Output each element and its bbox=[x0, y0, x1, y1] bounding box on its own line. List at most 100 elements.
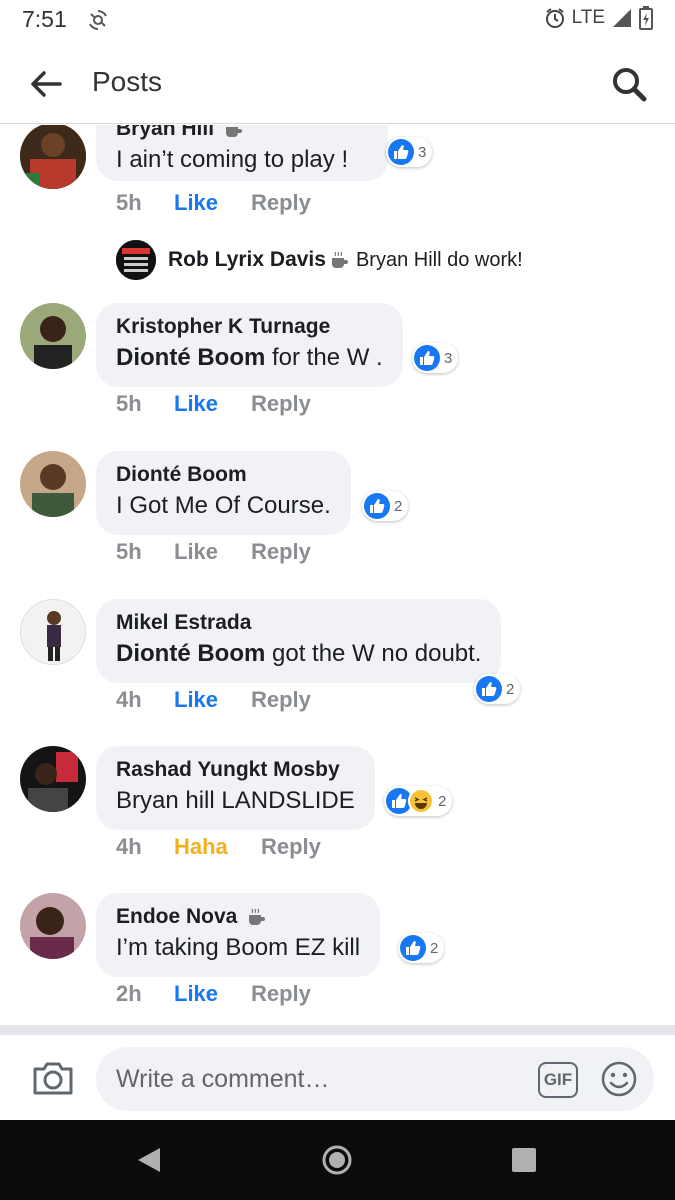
coffee-icon bbox=[249, 909, 266, 926]
like-button[interactable]: Like bbox=[174, 391, 251, 417]
alarm-icon bbox=[545, 8, 564, 28]
reaction-count: 2 bbox=[430, 939, 439, 957]
avatar[interactable] bbox=[20, 746, 86, 812]
camera-button[interactable] bbox=[30, 1055, 76, 1101]
back-arrow-icon bbox=[31, 71, 62, 97]
app-bar: Posts bbox=[0, 44, 675, 124]
comment-bubble[interactable]: Kristopher K Turnage Dionté Boom for the… bbox=[96, 303, 403, 387]
search-button[interactable] bbox=[607, 62, 651, 106]
comment-author[interactable]: Kristopher K Turnage bbox=[116, 313, 383, 341]
network-type: LTE bbox=[571, 7, 605, 28]
like-button[interactable]: Like bbox=[174, 190, 251, 216]
comment-bubble[interactable]: Rashad Yungkt Mosby Bryan hill LANDSLIDE bbox=[96, 746, 375, 830]
comment-author[interactable]: Dionté Boom bbox=[116, 461, 331, 489]
comment-text: I ain’t coming to play ! bbox=[116, 146, 349, 173]
comment-bubble[interactable]: Mikel Estrada Dionté Boom got the W no d… bbox=[96, 599, 502, 683]
comment-input[interactable] bbox=[116, 1047, 516, 1111]
comment-author[interactable]: Bryan Hill bbox=[116, 125, 368, 143]
battery-icon bbox=[639, 6, 653, 30]
comments-list: Bryan Hill I ain’t coming to play ! 3 5h… bbox=[0, 125, 675, 1025]
comment-bubble[interactable]: Bryan Hill I ain’t coming to play ! bbox=[96, 125, 388, 181]
avatar[interactable] bbox=[20, 893, 86, 959]
nav-back-icon[interactable] bbox=[136, 1146, 162, 1174]
reply-button[interactable]: Reply bbox=[251, 391, 311, 417]
haha-button[interactable]: Haha bbox=[174, 834, 261, 860]
nav-home-icon[interactable] bbox=[322, 1145, 352, 1175]
avatar-image bbox=[116, 240, 156, 280]
search-icon bbox=[613, 68, 647, 102]
like-reaction-icon bbox=[400, 935, 426, 961]
coffee-icon bbox=[331, 251, 348, 268]
comment-author[interactable]: Mikel Estrada bbox=[116, 609, 481, 637]
comment-composer: GIF bbox=[0, 1035, 675, 1120]
mention-link[interactable]: Dionté Boom bbox=[116, 344, 265, 371]
reply-text: Bryan Hill do work! bbox=[355, 248, 523, 271]
reaction-count: 2 bbox=[394, 497, 403, 515]
avatar[interactable] bbox=[20, 599, 86, 665]
avatar-image bbox=[20, 893, 86, 959]
reply-button[interactable]: Reply bbox=[251, 687, 311, 713]
comment-actions: 5h Like Reply bbox=[116, 391, 311, 417]
back-button[interactable] bbox=[26, 66, 66, 102]
comment-author[interactable]: Rashad Yungkt Mosby bbox=[116, 756, 355, 784]
reply-button[interactable]: Reply bbox=[251, 190, 311, 216]
comment-text: I’m taking Boom EZ kill bbox=[116, 934, 361, 961]
like-reaction-icon bbox=[388, 139, 414, 165]
reaction-summary[interactable]: 3 bbox=[386, 137, 433, 167]
like-button[interactable]: Like bbox=[174, 539, 251, 565]
avatar[interactable] bbox=[20, 125, 86, 189]
status-indicators: LTE bbox=[544, 6, 653, 30]
reaction-summary[interactable]: 3 bbox=[412, 343, 459, 373]
reply-author[interactable]: Rob Lyrix Davis bbox=[168, 248, 326, 272]
avatar-image bbox=[20, 125, 86, 189]
avatar[interactable] bbox=[20, 303, 86, 369]
avatar-image bbox=[20, 746, 86, 812]
comment: Endoe Nova I’m taking Boom EZ kill 2 2h … bbox=[0, 893, 675, 1023]
reaction-summary[interactable]: 2 bbox=[398, 933, 445, 963]
comment-bubble[interactable]: Endoe Nova I’m taking Boom EZ kill bbox=[96, 893, 381, 977]
reaction-summary[interactable]: 2 bbox=[362, 491, 409, 521]
gif-button[interactable]: GIF bbox=[538, 1062, 578, 1098]
comment: Kristopher K Turnage Dionté Boom for the… bbox=[0, 303, 675, 433]
reaction-count: 3 bbox=[444, 349, 453, 367]
comment-time: 5h bbox=[116, 539, 142, 564]
like-reaction-icon bbox=[364, 493, 390, 519]
comment-bubble[interactable]: Dionté Boom I Got Me Of Course. bbox=[96, 451, 351, 535]
status-time: 7:51 bbox=[22, 6, 67, 32]
comment-actions: 5h Like Reply bbox=[116, 539, 311, 565]
emoji-icon[interactable] bbox=[600, 1060, 638, 1098]
comment-time: 2h bbox=[116, 981, 142, 1006]
avatar[interactable] bbox=[20, 451, 86, 517]
comment: Rashad Yungkt Mosby Bryan hill LANDSLIDE… bbox=[0, 746, 675, 876]
status-bar: 7:51 LTE bbox=[0, 0, 675, 44]
sync-icon bbox=[89, 10, 107, 30]
reaction-count: 2 bbox=[438, 792, 447, 810]
comment-text: Dionté Boom for the W . bbox=[116, 344, 383, 371]
comment-author[interactable]: Endoe Nova bbox=[116, 903, 360, 931]
reply-button[interactable]: Reply bbox=[251, 981, 311, 1007]
comment-text: Bryan hill LANDSLIDE bbox=[116, 787, 355, 814]
like-button[interactable]: Like bbox=[174, 981, 251, 1007]
reply-preview[interactable]: Rob Lyrix Davis Bryan Hill do work! bbox=[116, 240, 523, 280]
page-title: Posts bbox=[92, 66, 163, 97]
nav-recents-icon[interactable] bbox=[512, 1148, 536, 1172]
avatar-image bbox=[20, 451, 86, 517]
signal-icon bbox=[613, 9, 631, 27]
comment: Mikel Estrada Dionté Boom got the W no d… bbox=[0, 599, 675, 729]
comment: Dionté Boom I Got Me Of Course. 2 5h Lik… bbox=[0, 451, 675, 581]
comment-actions: 2h Like Reply bbox=[116, 981, 311, 1007]
avatar[interactable] bbox=[116, 240, 156, 280]
mention-link[interactable]: Dionté Boom bbox=[116, 640, 265, 667]
reaction-summary[interactable]: 2 bbox=[384, 786, 453, 816]
coffee-icon bbox=[225, 125, 242, 138]
avatar-image bbox=[21, 600, 85, 664]
comment-time: 5h bbox=[116, 190, 142, 215]
reply-button[interactable]: Reply bbox=[261, 834, 321, 860]
reply-button[interactable]: Reply bbox=[251, 539, 311, 565]
like-button[interactable]: Like bbox=[174, 687, 251, 713]
comment: Bryan Hill I ain’t coming to play ! 3 5h… bbox=[0, 125, 675, 285]
like-reaction-icon bbox=[476, 676, 502, 702]
comment-time: 4h bbox=[116, 834, 142, 859]
reaction-summary[interactable]: 2 bbox=[474, 674, 521, 704]
reaction-count: 2 bbox=[506, 680, 515, 698]
